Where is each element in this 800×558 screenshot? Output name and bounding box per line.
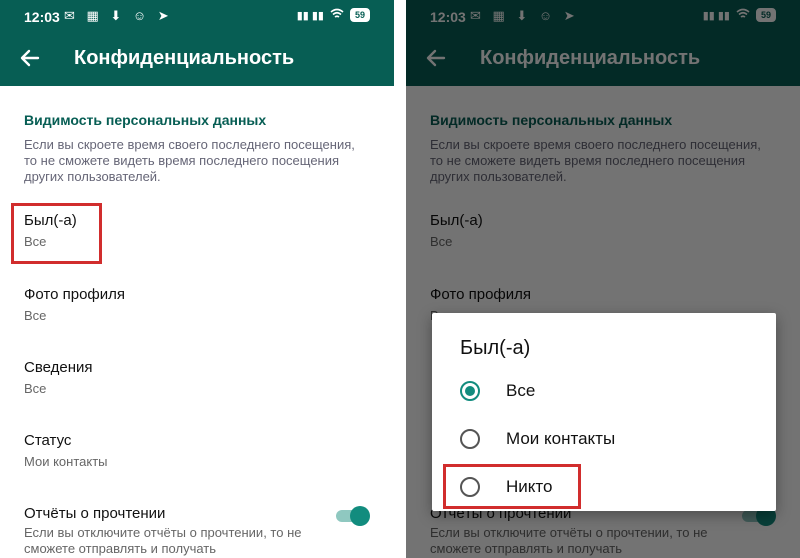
status-right: ▮▮ ▮▮ 59 — [297, 8, 370, 22]
page-title: Конфиденциальность — [74, 47, 295, 69]
setting-title: Фото профиля — [24, 286, 126, 303]
privacy-screen: 12:03 ✉ ▦ ⬇ ☺ ➤ ▮▮ ▮▮ 59 Конфиденциально… — [0, 0, 394, 558]
setting-value: Все — [24, 381, 47, 396]
battery-icon: 59 — [349, 8, 370, 22]
setting-profile-photo[interactable]: Фото профиля Все — [24, 286, 125, 323]
read-receipts-toggle[interactable] — [336, 506, 370, 526]
setting-value: Мои контакты — [24, 454, 108, 469]
option-my-contacts[interactable]: Мои контакты — [456, 421, 756, 457]
option-everyone[interactable]: Все — [456, 373, 756, 409]
setting-title: Сведения — [24, 359, 93, 376]
setting-status[interactable]: Статус Мои контакты — [24, 432, 108, 469]
section-title: Видимость персональных данных — [24, 112, 267, 128]
radio-checked-icon[interactable] — [460, 381, 480, 401]
toggle-knob — [350, 506, 370, 526]
signal-icon: ▮▮ ▮▮ — [296, 9, 324, 22]
option-label: Все — [506, 381, 536, 400]
wifi-icon — [330, 8, 344, 22]
radio-unchecked-icon[interactable] — [460, 429, 480, 449]
section-description: Если вы скроете время своего последнего … — [24, 137, 355, 184]
dialog-title: Был(-а) — [460, 337, 531, 359]
setting-about[interactable]: Сведения Все — [24, 359, 93, 396]
setting-value: Если вы отключите отчёты о прочтении, то… — [24, 525, 302, 556]
privacy-screen-dialog: 12:03 ✉ ▦ ⬇ ☺ ➤ ▮▮ ▮▮ 59 Конфиденциально… — [406, 0, 800, 558]
option-label: Мои контакты — [506, 429, 616, 448]
notification-icons: ✉ ▦ ⬇ ☺ ➤ — [64, 8, 173, 23]
setting-read-receipts[interactable]: Отчёты о прочтении Если вы отключите отч… — [24, 505, 324, 557]
setting-value: Все — [24, 308, 47, 323]
arrow-left-icon[interactable] — [18, 46, 42, 70]
setting-title: Статус — [24, 432, 72, 449]
status-bar: 12:03 ✉ ▦ ⬇ ☺ ➤ ▮▮ ▮▮ 59 — [0, 0, 394, 34]
app-bar: Конфиденциальность — [0, 34, 394, 86]
highlight-box-last-seen — [11, 203, 102, 264]
status-time: 12:03 — [24, 9, 60, 25]
setting-title: Отчёты о прочтении — [24, 505, 166, 522]
highlight-box-nobody — [443, 464, 581, 509]
